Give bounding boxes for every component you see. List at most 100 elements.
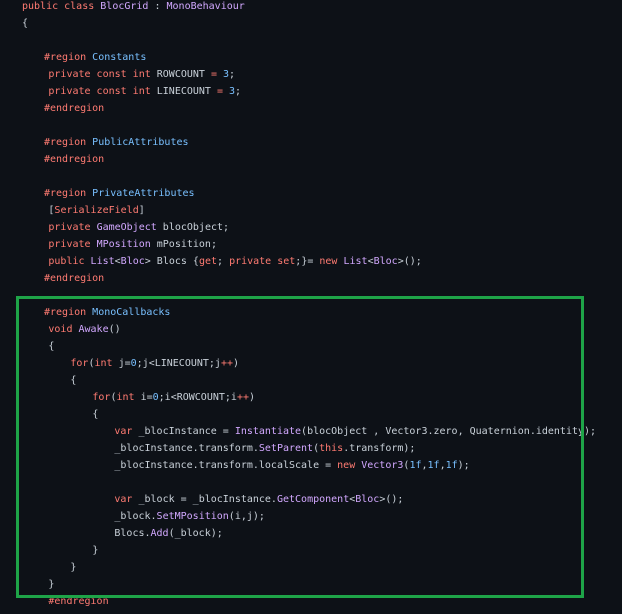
code-token: ; <box>229 69 236 80</box>
code-token: _blocInstance.transform. <box>114 443 259 454</box>
code-token: _block. <box>114 511 157 522</box>
code-token: #endregion <box>44 103 105 114</box>
code-token: public class <box>22 1 101 12</box>
code-token: List <box>343 256 368 267</box>
code-line: _blocInstance.transform.localScale = new… <box>114 457 469 474</box>
code-token: new <box>319 256 344 267</box>
code-token: Add <box>150 528 169 539</box>
code-token: { <box>92 409 99 420</box>
code-line: { <box>92 406 98 423</box>
code-token: 1f <box>427 460 440 471</box>
code-token: MonoCallbacks <box>92 307 171 318</box>
code-token: #endregion <box>44 154 105 165</box>
code-token: get <box>198 256 218 267</box>
code-token: #endregion <box>44 273 105 284</box>
code-token: Vector3 <box>361 460 404 471</box>
code-line: #endregion <box>44 270 104 287</box>
code-token: SetParent <box>258 443 314 454</box>
code-token: () <box>108 324 121 335</box>
code-line: var _blocInstance = Instantiate(blocObje… <box>114 423 596 440</box>
code-line: Blocs.Add(_block); <box>114 525 222 542</box>
code-token: MonoBehaviour <box>166 1 245 12</box>
code-line: private const int LINECOUNT = 3; <box>48 83 241 100</box>
code-line: } <box>48 576 54 593</box>
code-view: public class BlocGrid : MonoBehaviour { #r… <box>0 0 622 614</box>
code-token: new <box>337 460 362 471</box>
code-line: { <box>70 372 76 389</box>
code-token: 1f <box>409 460 422 471</box>
code-token: List <box>90 256 115 267</box>
code-token: #region <box>44 307 93 318</box>
code-line: #endregion <box>44 151 104 168</box>
code-token: blocObject; <box>156 222 230 233</box>
code-token: _block = _blocInstance. <box>138 494 277 505</box>
code-token: > Blocs { <box>144 256 199 267</box>
code-token: BlocGrid <box>100 1 149 12</box>
code-token: ++ <box>220 358 233 369</box>
code-token: LINECOUNT <box>156 86 211 97</box>
code-line: public class BlocGrid : MonoBehaviour <box>22 0 245 15</box>
code-token: ++ <box>236 392 249 403</box>
code-token: i= <box>140 392 153 403</box>
code-line: #endregion <box>48 593 108 610</box>
code-token: ] <box>138 205 145 216</box>
code-line: private GameObject blocObject; <box>48 219 229 236</box>
code-token: } <box>92 545 99 556</box>
code-token: private set <box>229 256 296 267</box>
code-token: : <box>148 1 167 12</box>
code-token: GameObject <box>96 222 157 233</box>
code-token: ) <box>248 392 256 403</box>
code-token: ;j<LINECOUNT;j <box>136 358 221 369</box>
code-token: GetComponent <box>276 494 350 505</box>
code-token: Bloc <box>120 256 145 267</box>
code-token: Bloc <box>373 256 398 267</box>
code-token: private const int <box>48 86 157 97</box>
code-line: void Awake() <box>48 321 120 338</box>
code-token: ;i<ROWCOUNT;i <box>158 392 237 403</box>
code-line: _block.SetMPosition(i,j); <box>114 508 265 525</box>
code-token: var <box>114 494 139 505</box>
code-token: Blocs. <box>114 528 151 539</box>
code-line: #region MonoCallbacks <box>44 304 170 321</box>
code-token: #region <box>44 188 93 199</box>
code-line: private const int ROWCOUNT = 3; <box>48 66 235 83</box>
code-line: } <box>92 542 98 559</box>
code-token: } <box>48 579 55 590</box>
code-line: for(int j=0;j<LINECOUNT;j++) <box>70 355 239 372</box>
code-token: this <box>319 443 344 454</box>
code-line: var _block = _blocInstance.GetComponent<… <box>114 491 403 508</box>
code-line: { <box>22 15 28 32</box>
code-line: [SerializeField] <box>48 202 144 219</box>
code-token: { <box>22 18 29 29</box>
code-token: } <box>70 562 77 573</box>
code-line: private MPosition mPosition; <box>48 236 217 253</box>
code-token: 1f <box>445 460 458 471</box>
code-token: void <box>48 324 79 335</box>
code-token: #region <box>44 52 93 63</box>
code-token: j= <box>118 358 131 369</box>
code-line: } <box>70 559 76 576</box>
code-token: public <box>48 256 91 267</box>
code-token: Bloc <box>355 494 380 505</box>
code-token: .transform); <box>343 443 416 454</box>
code-token: Awake <box>78 324 109 335</box>
code-line: _blocInstance.transform.SetParent(this.t… <box>114 440 415 457</box>
code-token: Instantiate <box>234 426 302 437</box>
code-token: ; <box>235 86 242 97</box>
code-token: PublicAttributes <box>92 137 189 148</box>
code-token: MPosition <box>96 239 151 250</box>
code-token: int <box>94 358 119 369</box>
code-token: SerializeField <box>54 205 139 216</box>
code-token: Constants <box>92 52 147 63</box>
code-token: (_block); <box>168 528 223 539</box>
code-token: = <box>210 86 230 97</box>
code-token: ) <box>233 358 240 369</box>
code-token: _blocInstance = <box>138 426 235 437</box>
code-token: (blocObject , Vector3.zero, Quaternion.i… <box>301 426 597 437</box>
code-token: var <box>114 426 139 437</box>
code-line: { <box>48 338 54 355</box>
code-token: _blocInstance.transform.localScale = <box>114 460 338 471</box>
code-token: int <box>116 392 141 403</box>
code-token: { <box>70 375 77 386</box>
code-token: private const int <box>48 69 157 80</box>
